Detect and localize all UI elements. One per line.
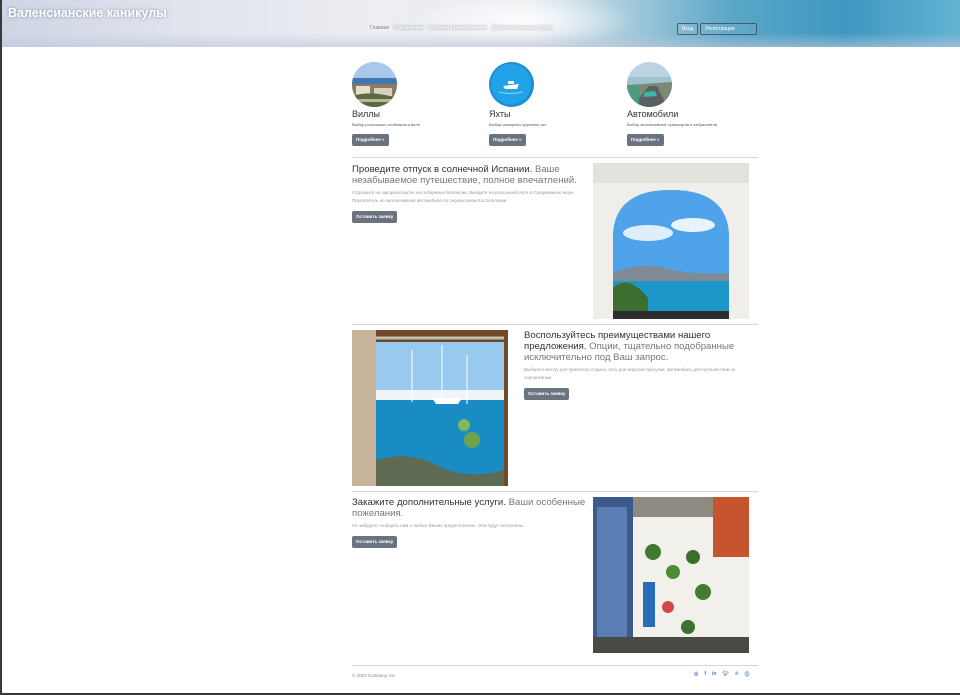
promo-offer: Воспользуйтесь преимуществами нашего пре… bbox=[524, 330, 750, 400]
promo-heading: Воспользуйтесь преимуществами нашего пре… bbox=[524, 330, 735, 363]
divider bbox=[352, 324, 758, 325]
harbor-image bbox=[352, 330, 508, 486]
auth-buttons: Вход Регистрация bbox=[677, 23, 758, 35]
site-brand[interactable]: Валенсианские каникулы bbox=[8, 6, 167, 20]
promo-heading: Проведите отпуск в солнечной Испании. Ва… bbox=[352, 164, 577, 186]
car-thumbnail bbox=[627, 62, 672, 107]
page: Валенсианские каникулы Главная О компани… bbox=[2, 0, 960, 693]
feature-yachts: Яхты Выбор шикарных круизных яхт Подробн… bbox=[489, 62, 609, 146]
feature-villas: Виллы Выбор роскошных особняков и вилл П… bbox=[352, 62, 472, 146]
nav-extra-services[interactable]: Дополнительные услуги bbox=[492, 25, 553, 31]
villas-more-button[interactable]: Подробнее » bbox=[352, 134, 389, 146]
promo-text: Отдохните на закорной вилле на побережье… bbox=[352, 190, 575, 203]
register-button[interactable]: Регистрация bbox=[700, 23, 758, 35]
nav-home[interactable]: Главная bbox=[370, 25, 389, 31]
instagram-icon[interactable]: ◎ bbox=[694, 671, 698, 678]
feature-text: Выбор шикарных круизных яхт bbox=[489, 122, 547, 127]
skype-icon[interactable]: Ⓢ bbox=[745, 671, 750, 678]
main-nav: Главная О компании Условия бронирования … bbox=[370, 25, 553, 31]
promo-villa: Проведите отпуск в солнечной Испании. Ва… bbox=[352, 164, 588, 223]
promo-text: Не забудьте сообщить нам о любых Ваших п… bbox=[352, 523, 525, 528]
yachts-more-button[interactable]: Подробнее » bbox=[489, 134, 526, 146]
pinterest-icon[interactable]: ℗ bbox=[735, 671, 739, 678]
feature-title: Автомобили bbox=[627, 109, 679, 119]
promo-text: Выберите виллу для приятного отдыха, яхт… bbox=[524, 367, 736, 380]
flower-wall-image bbox=[593, 497, 749, 653]
villa-thumbnail bbox=[352, 62, 397, 107]
promo-heading: Закажите дополнительные услуги. Ваши осо… bbox=[352, 497, 586, 519]
feature-text: Выбор роскошных особняков и вилл bbox=[352, 122, 421, 127]
cars-more-button[interactable]: Подробнее » bbox=[627, 134, 664, 146]
promo-request-button[interactable]: Оставить заявку bbox=[352, 536, 398, 548]
linkedin-icon[interactable]: in bbox=[712, 671, 716, 678]
twitter-icon[interactable]: 🐦︎ bbox=[723, 671, 729, 678]
nav-about[interactable]: О компании bbox=[394, 25, 423, 31]
nav-booking-terms[interactable]: Условия бронирования bbox=[428, 25, 486, 31]
yacht-thumbnail bbox=[489, 62, 534, 107]
arch-sea-image bbox=[593, 163, 749, 319]
promo-request-button[interactable]: Оставить заявку bbox=[352, 211, 398, 223]
feature-cars: Автомобили Выбор эксклюзивных суперкаров… bbox=[627, 62, 747, 146]
social-links: ◎ f in 🐦︎ ℗ Ⓢ bbox=[694, 671, 750, 678]
promo-extras: Закажите дополнительные услуги. Ваши осо… bbox=[352, 497, 588, 548]
divider bbox=[352, 157, 758, 158]
promo-request-button[interactable]: Оставить заявку bbox=[524, 388, 570, 400]
feature-title: Виллы bbox=[352, 109, 381, 119]
feature-title: Яхты bbox=[489, 109, 511, 119]
divider bbox=[352, 491, 758, 492]
facebook-icon[interactable]: f bbox=[704, 671, 706, 678]
login-button[interactable]: Вход bbox=[677, 23, 699, 35]
feature-text: Выбор эксклюзивных суперкаров и кабриоле… bbox=[627, 122, 717, 127]
divider bbox=[352, 665, 758, 666]
copyright: © 2023 Company, Inc bbox=[352, 673, 396, 678]
